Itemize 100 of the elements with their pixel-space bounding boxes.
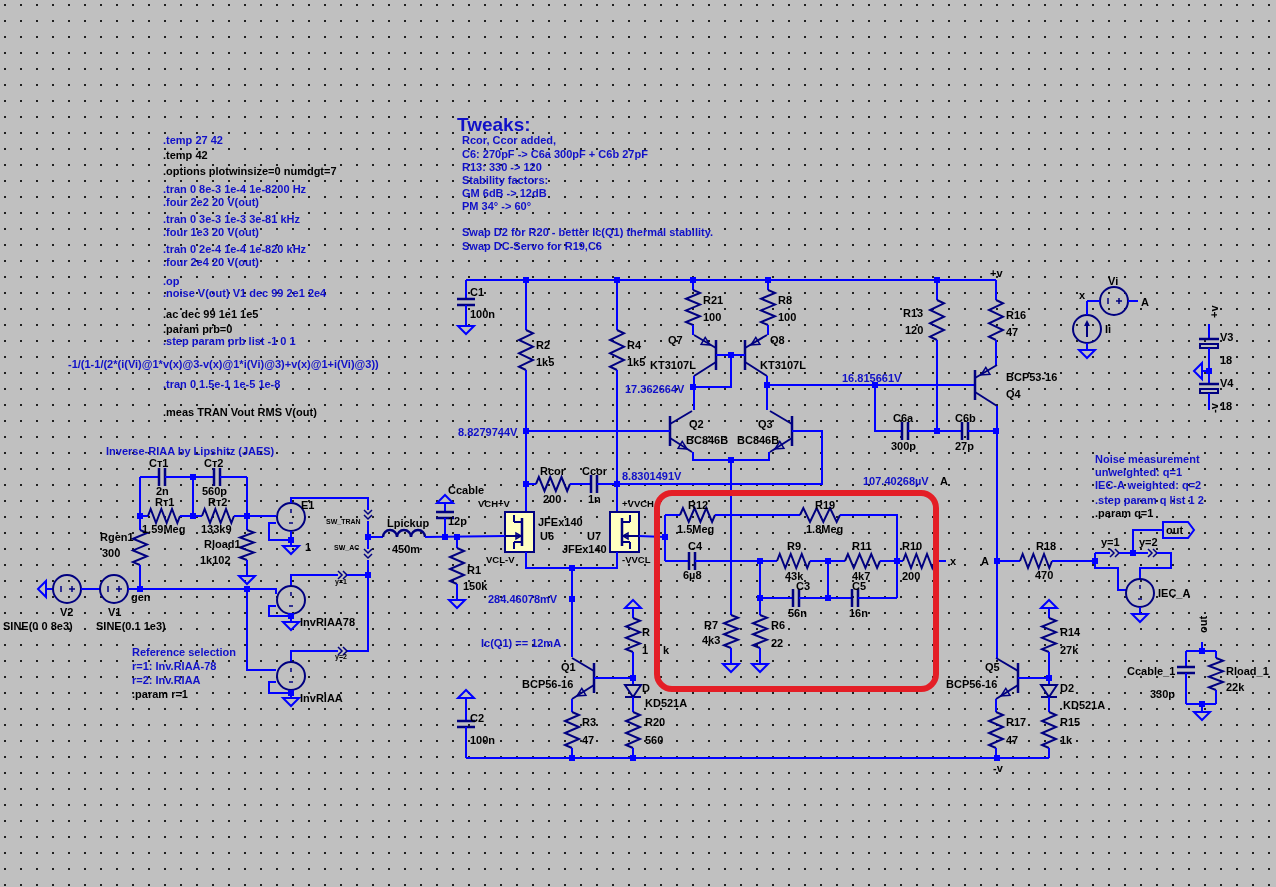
net-label: y=1 <box>1101 535 1120 549</box>
component-label: U7 <box>587 529 602 543</box>
component-label: C5 <box>852 580 867 593</box>
comment-text: .temp 27 42 <box>163 133 223 147</box>
comment-text: .step param prb list -1 0 1 <box>163 335 296 348</box>
component-label: Cт2 <box>204 457 224 470</box>
component-value: JFEx140 <box>538 515 583 529</box>
comment-text: Inverse-RIAA by Lipshitz (JAES) <box>106 444 275 458</box>
pin-label: VCH+V <box>478 497 510 511</box>
component-value: BC846B <box>737 433 780 447</box>
component-label: U6 <box>540 529 555 543</box>
component-label: R17 <box>1006 715 1027 729</box>
component-value: 300p <box>891 439 917 453</box>
component-label: E1 <box>301 498 315 512</box>
component-value: 300 <box>102 546 121 560</box>
component-value: KD521A <box>1063 698 1106 712</box>
component-value: 100 <box>778 310 797 324</box>
component-label: R9 <box>787 539 802 553</box>
component-label: Ccable_1 <box>1127 664 1176 678</box>
comment-text: .four 2e2 20 V(out) <box>163 195 259 209</box>
component-label: R16 <box>1006 308 1027 322</box>
component-value: 22 <box>771 636 784 650</box>
component-label: Vi <box>1108 274 1119 288</box>
component-label: R10 <box>902 539 923 553</box>
component-label: C6b <box>955 411 976 425</box>
net-label: out <box>1196 615 1210 633</box>
component-value: 1 <box>305 540 312 554</box>
component-value: BCP56-16 <box>946 677 998 691</box>
component-value: k <box>663 643 670 657</box>
component-value: 330p <box>1150 687 1176 701</box>
pin-label: VCL-V <box>486 553 515 567</box>
component-value: SINE(0 1 1e3) <box>96 619 166 633</box>
comment-text: .step param q list 1 2 <box>1095 493 1204 507</box>
component-value: 47 <box>1006 733 1019 747</box>
component-value: JFEx140 <box>562 542 607 556</box>
component-value: 18 <box>1220 353 1233 367</box>
component-label: Q3 <box>758 417 773 431</box>
component-value: 1k5 <box>627 355 646 369</box>
component-label: R1 <box>467 563 482 577</box>
component-label: Q4 <box>1006 387 1021 401</box>
component-label: Q5 <box>985 660 1000 674</box>
comment-text: Swap DC-Servo for R19,C6 <box>462 239 602 253</box>
component-label: Q8 <box>770 333 785 347</box>
component-value: 100n <box>470 733 496 747</box>
component-label: R2 <box>536 338 551 352</box>
pin-label: +VVCH <box>622 497 654 511</box>
spice-directive: .meas TRAN Vout RMS V(out) <box>163 405 317 419</box>
component-value: 47 <box>1006 325 1019 339</box>
component-label: D <box>642 681 650 695</box>
net-label: gen <box>131 590 151 604</box>
net-label: A <box>981 554 989 568</box>
node-voltage-label: 8.8279744V <box>458 425 518 439</box>
comment-text: C6: 270pF -> C6a 300pF + C6b 27pF <box>462 147 648 161</box>
component-label: R14 <box>1060 625 1081 639</box>
comment-text: Rcor, Ccor added, <box>462 133 557 147</box>
component-label: C3 <box>796 580 811 593</box>
comment-text: R13: 330 -> 120 <box>462 160 542 174</box>
comment-text: Reference selection <box>132 645 236 659</box>
component-value: 47 <box>582 733 595 747</box>
component-label: R21 <box>703 293 724 307</box>
component-label: Rт2 <box>208 496 228 509</box>
pin-label: -VVCL <box>622 553 651 567</box>
component-label: R4 <box>627 338 642 352</box>
net-label: -v <box>993 761 1003 775</box>
component-value: 150k <box>463 579 488 593</box>
component-label: Rт1 <box>155 495 175 509</box>
comment-text: Ic(Q1) == 12mA <box>481 636 562 650</box>
spice-directive: .param r=1 <box>132 687 188 701</box>
component-label: Ccor <box>582 464 608 478</box>
comment-text: .four 2e4 20 V(out) <box>163 255 259 269</box>
component-label: C6a <box>893 411 914 425</box>
component-value: 200 <box>543 492 562 506</box>
comment-text: .tran 0 2e-4 1e-4 1e-820 kHz <box>163 242 307 256</box>
component-label: InvRIAA <box>300 691 343 705</box>
component-label: Rgen1 <box>100 530 134 544</box>
component-label: D2 <box>1060 681 1075 695</box>
component-value: SINE(0 0 8e3) <box>3 619 73 633</box>
comment-text: unweighted: q=1 <box>1095 465 1183 479</box>
component-label: C2 <box>470 711 485 725</box>
comment-text: .tran 0 1.5e-1 1e-5 1e-8 <box>163 377 281 391</box>
component-label: R7 <box>704 618 719 632</box>
component-label: R19 <box>815 498 836 512</box>
component-value: 1k102 <box>200 553 231 567</box>
component-value: 1.59Meg <box>142 522 186 536</box>
component-label: R15 <box>1060 715 1081 729</box>
comment-text: .four 1e3 20 V(out) <box>163 225 259 239</box>
comment-text: r=1: Inv.RIAA-78 <box>132 659 217 673</box>
component-value: 4k3 <box>702 633 721 647</box>
net-label: x <box>1079 288 1086 302</box>
component-label: R3 <box>582 715 597 729</box>
component-value: KT3107L <box>760 358 806 372</box>
component-value: 16n <box>849 606 868 620</box>
component-label: V1 <box>108 605 122 619</box>
component-value: BCP56-16 <box>522 677 574 691</box>
node-voltage-label: 16.815661V <box>842 371 902 385</box>
component-label: Rload1 <box>204 537 241 551</box>
component-value: 100 <box>703 310 722 324</box>
component-value: 4k7 <box>852 569 871 582</box>
node-voltage-label: 17.362664V <box>625 382 685 396</box>
component-value: 43k <box>785 569 804 582</box>
